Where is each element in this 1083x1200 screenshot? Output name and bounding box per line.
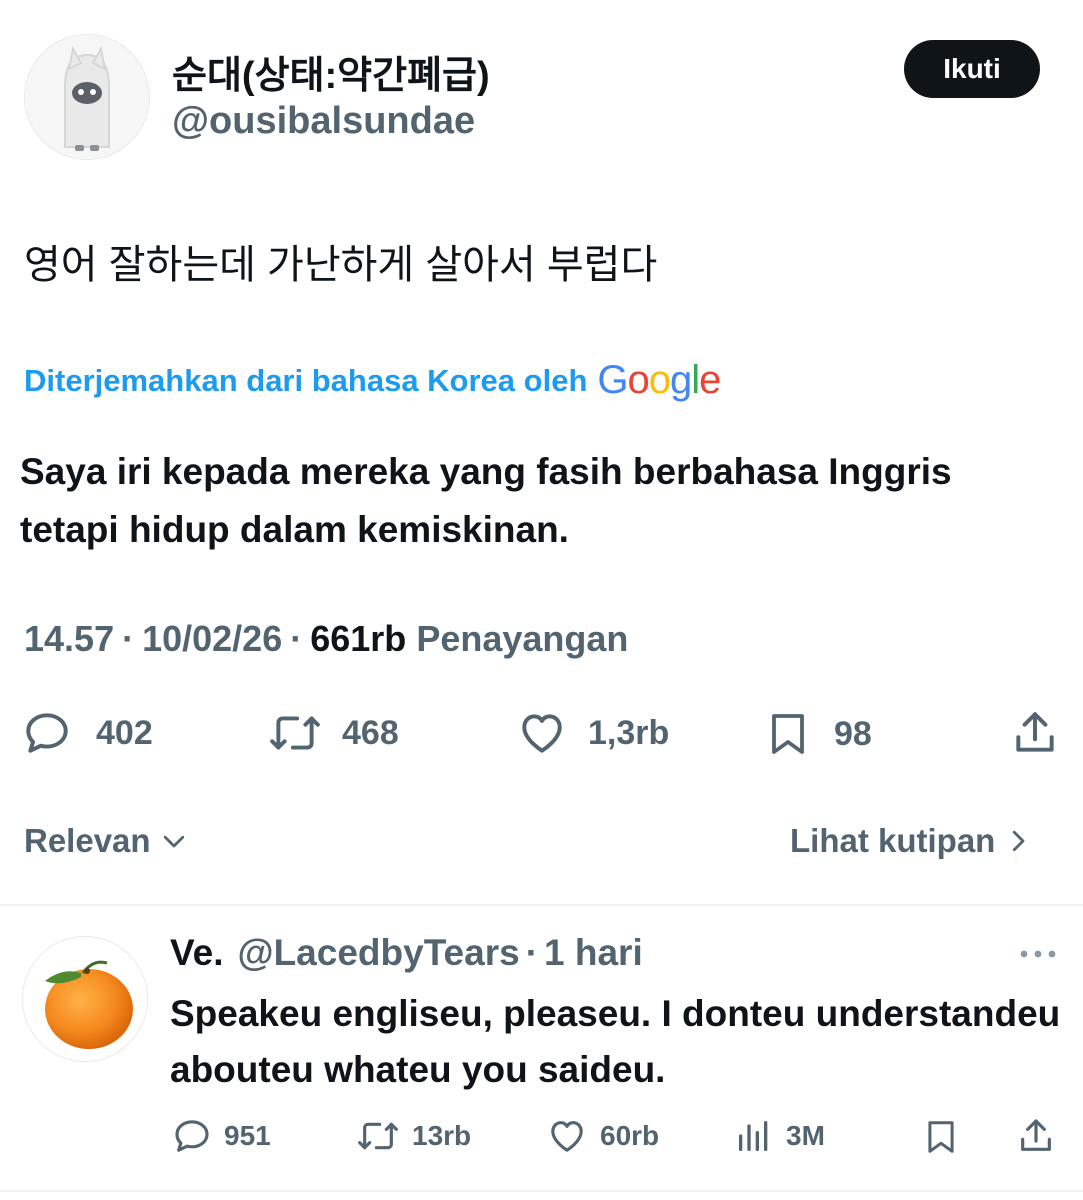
chevron-down-icon <box>163 835 184 848</box>
retweet-count: 468 <box>342 713 399 752</box>
retweet-icon <box>358 1122 398 1150</box>
reply-retweet-button[interactable]: 13rb <box>356 1116 471 1156</box>
view-quotes-link[interactable]: Lihat kutipan <box>790 822 1033 860</box>
ghost-cat-avatar-image <box>25 35 149 159</box>
sort-dropdown[interactable]: Relevan <box>24 822 189 860</box>
bottom-divider <box>0 1190 1083 1192</box>
translated-text: Saya iri kepada mereka yang fasih berbah… <box>20 451 952 550</box>
reply-icon <box>26 713 68 753</box>
share-icon <box>1021 1119 1051 1151</box>
meta-separator: · <box>122 618 135 659</box>
section-divider <box>0 904 1083 906</box>
chevron-right-icon <box>1013 830 1025 852</box>
retweet-icon <box>270 716 320 750</box>
reply-author-name[interactable]: Ve. <box>170 932 224 974</box>
sort-label: Relevan <box>24 822 151 859</box>
bookmark-icon <box>772 714 804 754</box>
tweet-time[interactable]: 14.57 <box>24 618 114 660</box>
reply-more-button[interactable] <box>1018 944 1058 969</box>
share-icon <box>1016 712 1054 752</box>
orange-avatar-image <box>23 937 147 1061</box>
heart-icon <box>551 1121 583 1152</box>
meta-separator: · <box>290 618 303 659</box>
reply-views-button[interactable]: 3M <box>734 1116 825 1156</box>
translation-attribution[interactable]: Diterjemahkan dari bahasa Korea oleh Goo… <box>24 358 721 403</box>
heart-icon <box>522 714 562 753</box>
reply-author-avatar[interactable] <box>22 936 148 1062</box>
author-handle[interactable]: @ousibalsundae <box>172 100 475 143</box>
bookmark-icon <box>928 1121 954 1153</box>
share-button[interactable] <box>1010 708 1060 758</box>
reply-header: Ve. @LacedbyTears · 1 hari <box>170 932 643 974</box>
tweet-date[interactable]: 10/02/26 <box>142 618 282 660</box>
views-label: Penayangan <box>416 618 629 659</box>
bookmark-count: 98 <box>834 714 872 753</box>
reply-author-handle[interactable]: @LacedbyTears <box>238 932 520 974</box>
reply-like-count: 60rb <box>600 1120 660 1151</box>
bookmark-button[interactable]: 98 <box>764 708 872 760</box>
reply-retweet-count: 13rb <box>412 1120 472 1151</box>
like-button[interactable]: 1,3rb <box>516 708 669 758</box>
retweet-button[interactable]: 468 <box>268 708 399 758</box>
reply-button[interactable]: 402 <box>22 708 153 758</box>
reply-reply-button[interactable]: 951 <box>172 1116 271 1156</box>
follow-button[interactable]: Ikuti <box>904 40 1040 98</box>
author-avatar[interactable] <box>24 34 150 160</box>
reply-share-button[interactable] <box>1016 1116 1056 1156</box>
tweet-meta: 14.57 · 10/02/26 · 661rb Penayangan <box>24 618 628 660</box>
reply-text: Speakeu engliseu, pleaseu. I donteu unde… <box>170 993 1061 1090</box>
reply-like-button[interactable]: 60rb <box>546 1116 659 1156</box>
reply-bookmark-button[interactable] <box>922 1116 960 1158</box>
reply-reply-count: 951 <box>224 1120 271 1151</box>
reply-time[interactable]: 1 hari <box>544 932 643 974</box>
reply-views-count: 3M <box>786 1120 825 1151</box>
more-icon <box>1020 950 1056 958</box>
reply-separator: · <box>525 932 539 973</box>
tweet-text: 영어 잘하는데 가난하게 살아서 부럽다 <box>24 243 658 287</box>
google-logo: Google <box>597 358 721 402</box>
reply-count: 402 <box>96 713 153 752</box>
reply-icon <box>175 1120 209 1152</box>
views-icon <box>739 1121 768 1151</box>
author-display-name[interactable]: 순대(상태:약간폐급) <box>172 44 490 99</box>
view-quotes-label: Lihat kutipan <box>790 822 996 859</box>
translation-note: Diterjemahkan dari bahasa Korea oleh <box>24 362 588 398</box>
views-count: 661rb <box>310 618 407 659</box>
like-count: 1,3rb <box>588 713 670 752</box>
